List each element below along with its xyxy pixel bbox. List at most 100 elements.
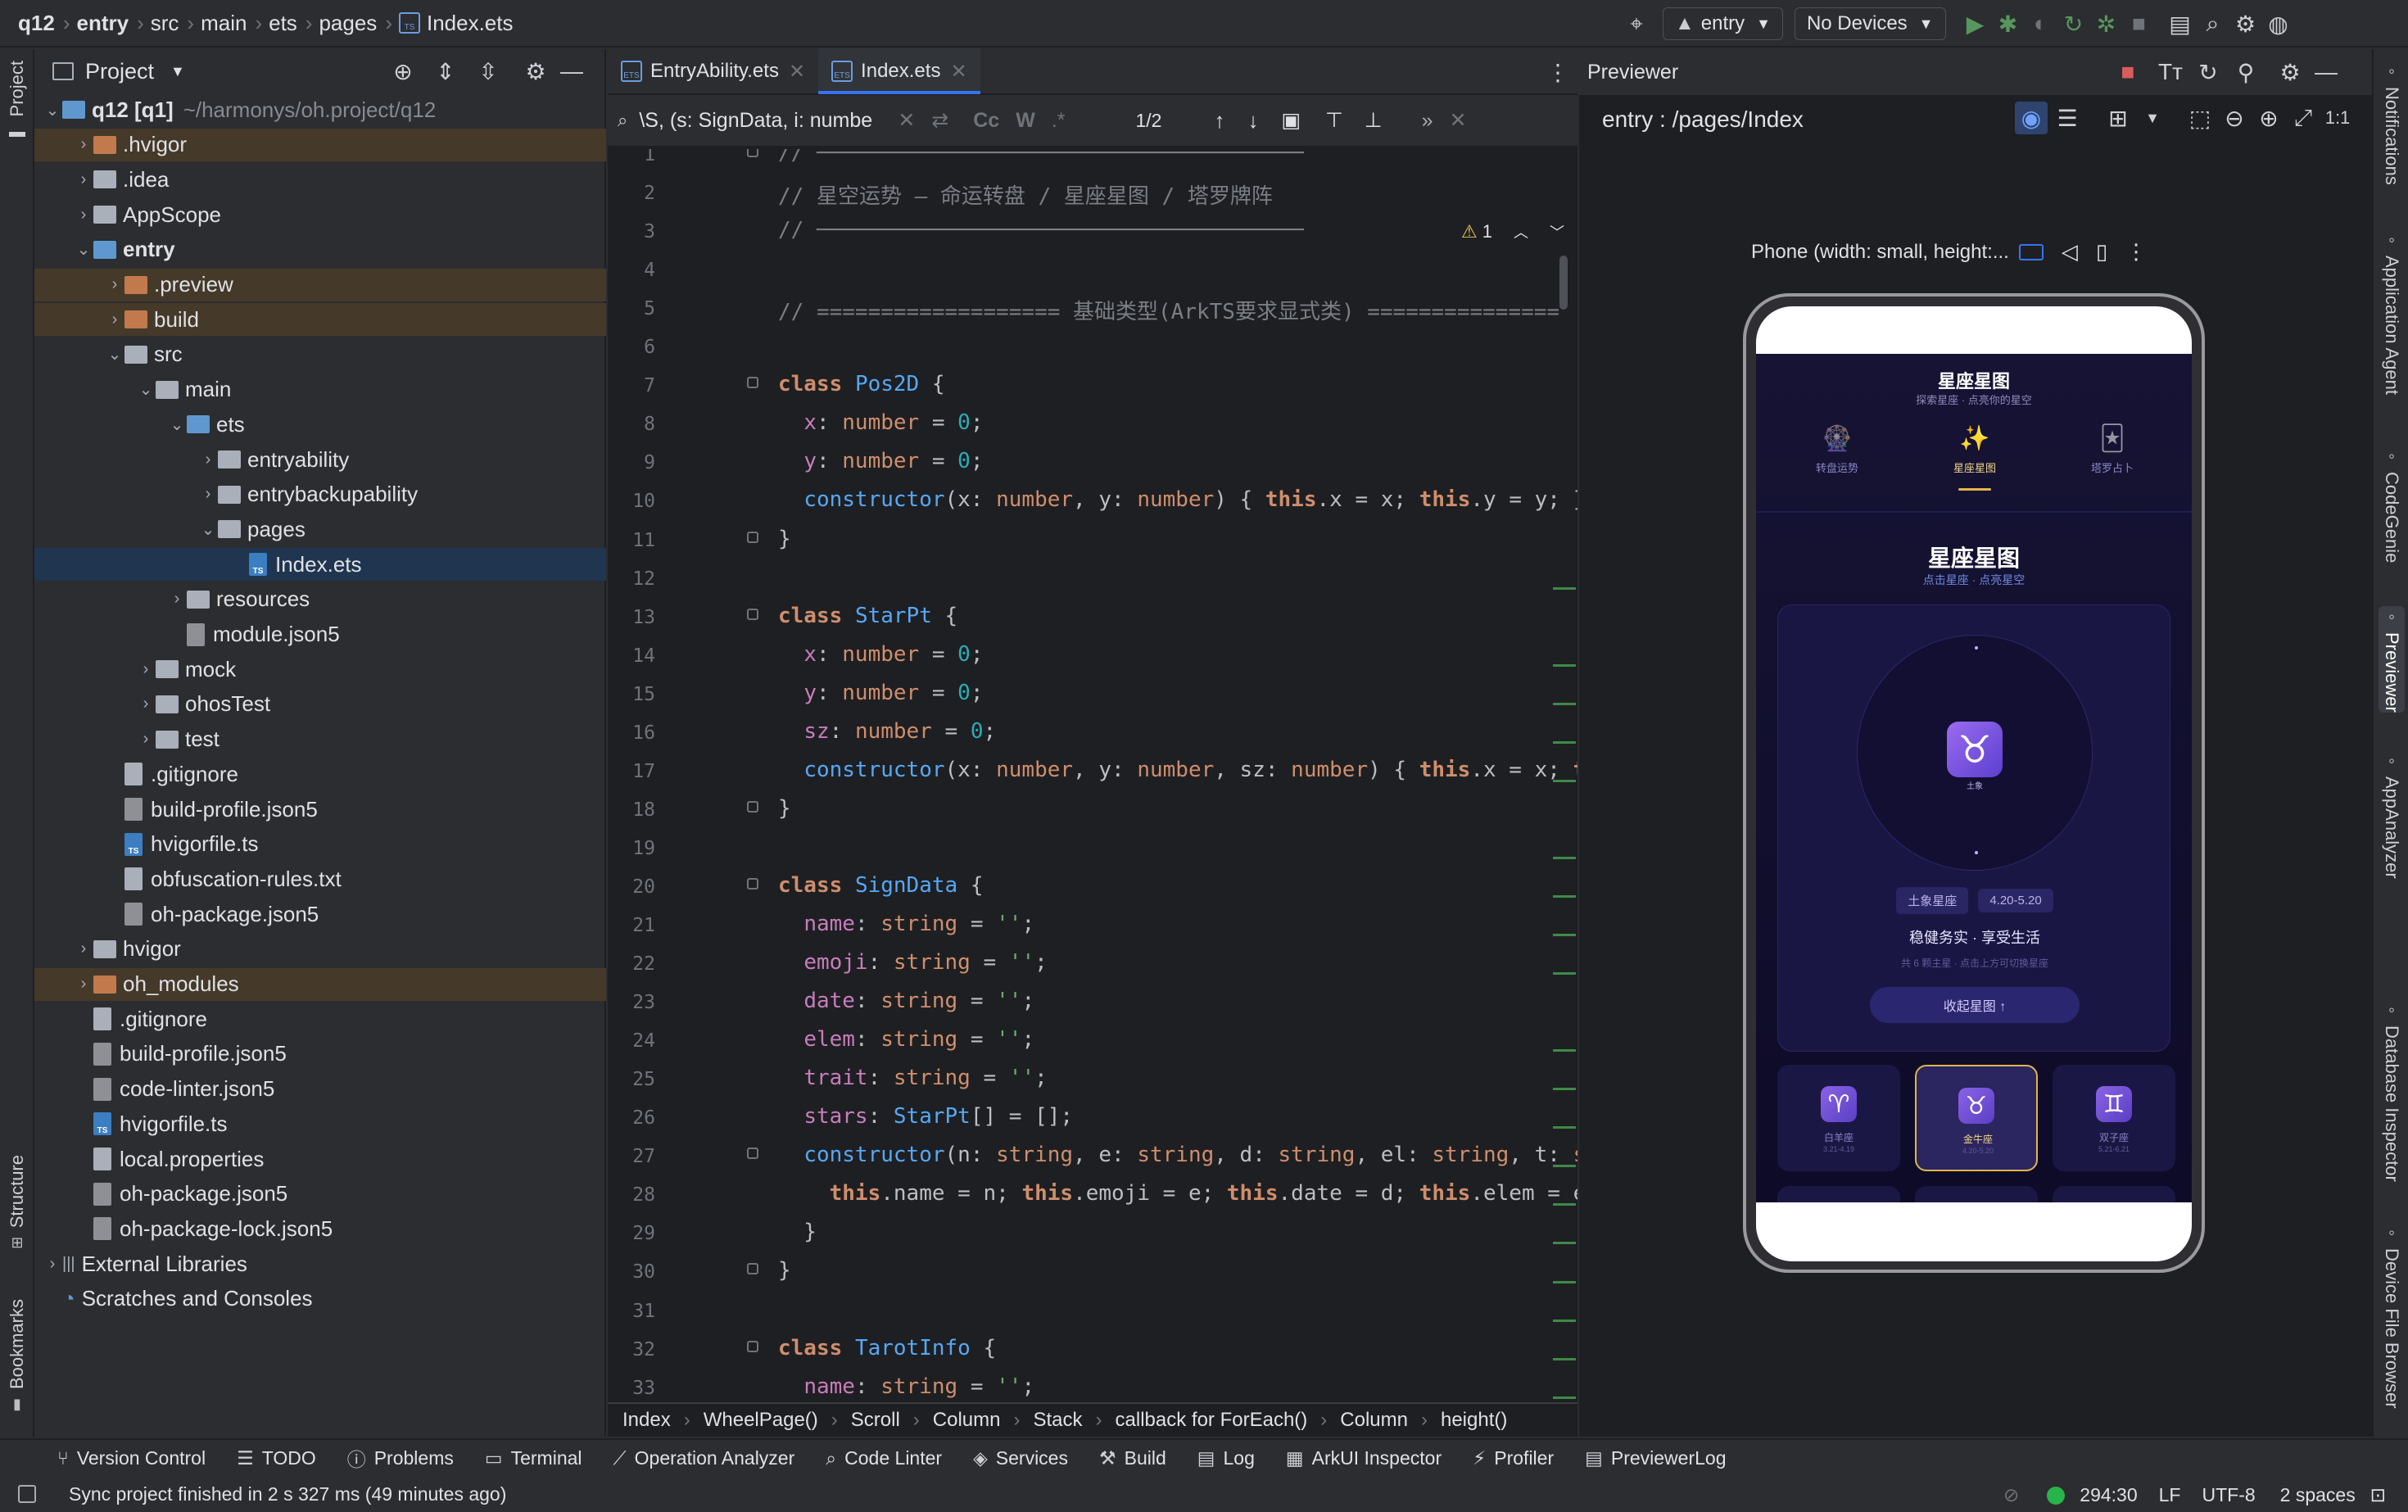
sign-card[interactable]: ♌ <box>1915 1186 2038 1202</box>
right-tool-codegenie[interactable]: ◦ CodeGenie <box>2379 446 2405 563</box>
chevron-icon[interactable]: ⌄ <box>167 414 187 435</box>
bottom-tool-4[interactable]: ⟋ Operation Analyzer <box>613 1447 795 1469</box>
code-crumb[interactable]: height() <box>1441 1409 1507 1432</box>
tree-item[interactable]: › mock <box>34 653 606 686</box>
select-all-icon[interactable]: ▣ <box>1281 108 1301 133</box>
device-selector-icon[interactable] <box>2018 243 2044 260</box>
font-size-icon[interactable]: Tт <box>2154 56 2187 88</box>
chevron-down-icon[interactable]: ▼ <box>170 63 185 80</box>
fold-marker-icon[interactable] <box>747 531 758 543</box>
project-structure-icon[interactable]: ▤ <box>2164 7 2197 40</box>
bookmarks-tool-button[interactable]: Bookmarks ▮ <box>5 1299 29 1430</box>
tree-item[interactable]: build-profile.json5 <box>34 793 606 826</box>
project-tool-button[interactable]: Project ▬ <box>5 61 29 167</box>
gear-icon[interactable]: ⚙ <box>2274 56 2306 88</box>
bottom-tool-3[interactable]: ▭ Terminal <box>485 1447 582 1469</box>
code-line[interactable]: // ─────────────────────────────────────… <box>778 149 1304 165</box>
tree-item[interactable]: TS Index.ets <box>34 548 606 582</box>
sign-card[interactable]: ♉ 金牛座 4.20-5.20 <box>1915 1065 2038 1171</box>
close-icon[interactable]: ✕ <box>950 60 966 84</box>
chevron-icon[interactable]: › <box>136 660 156 679</box>
add-occurrence-icon[interactable]: ⊤ <box>1325 108 1343 133</box>
tree-item[interactable]: › entrybackupability <box>34 478 606 511</box>
tree-item[interactable]: › .idea <box>34 163 606 196</box>
reload-icon[interactable]: ↻ <box>2057 7 2090 40</box>
replace-toggle-icon[interactable]: ⇄ <box>931 108 948 133</box>
bottom-tool-10[interactable]: ⚡ Profiler <box>1473 1447 1554 1469</box>
zoom-out-icon[interactable]: ⊖ <box>2218 102 2251 134</box>
fold-marker-icon[interactable] <box>747 800 758 813</box>
chevron-icon[interactable]: › <box>136 695 156 713</box>
crumb-entry[interactable]: entry <box>76 11 129 36</box>
tree-item[interactable]: oh-package.json5 <box>34 1178 606 1211</box>
tree-item[interactable]: oh-package.json5 <box>34 898 606 930</box>
code-line[interactable]: // ─────────────────────────────────────… <box>778 218 1304 242</box>
rotate-icon[interactable]: ◁ <box>2062 239 2078 265</box>
preview-route[interactable]: entry : /pages/Index <box>1602 106 1804 133</box>
right-tool-device-file-browser[interactable]: ◦ Device File Browser <box>2379 1222 2405 1409</box>
chevron-icon[interactable]: › <box>167 590 187 609</box>
tree-item[interactable]: ⌄ pages <box>34 513 606 545</box>
tree-item[interactable]: ⌄ main <box>34 373 606 406</box>
chevron-icon[interactable]: ⌄ <box>136 379 156 400</box>
right-tool-database-inspector[interactable]: ◦ Database Inspector <box>2379 999 2405 1182</box>
device-label[interactable]: Phone (width: small, height:... <box>1751 241 2009 264</box>
more-icon[interactable]: » <box>1422 109 1433 133</box>
tree-item[interactable]: › AppScope <box>34 198 606 231</box>
minimize-icon[interactable]: — <box>555 55 588 88</box>
bottom-tool-0[interactable]: ⑂ Version Control <box>57 1447 206 1469</box>
fold-marker-icon[interactable] <box>747 1148 758 1160</box>
sign-card[interactable]: ♈ 白羊座 3.21-4.19 <box>1777 1065 1900 1171</box>
account-icon[interactable]: ◍ <box>2262 7 2295 40</box>
tree-item[interactable]: module.json5 <box>34 618 606 651</box>
layers-icon[interactable]: ☰ <box>2051 102 2084 134</box>
tree-item[interactable]: › entryability <box>34 443 606 476</box>
code-line[interactable]: // 星空运势 — 命运转盘 / 星座星图 / 塔罗牌阵 <box>778 179 1273 210</box>
chevron-icon[interactable]: › <box>74 939 93 958</box>
collapse-chart-button[interactable]: 收起星图 ↑ <box>1870 987 2080 1023</box>
tree-item[interactable]: ⌄ q12 [q1] ~/harmonys/oh.project/q12 <box>34 93 606 126</box>
refresh-icon[interactable]: ↻ <box>2192 56 2225 88</box>
fold-marker-icon[interactable] <box>747 149 758 157</box>
close-icon[interactable]: ✕ <box>1450 108 1467 133</box>
clear-icon[interactable]: ✕ <box>898 108 915 133</box>
expand-icon[interactable]: ⤢ <box>2287 102 2320 134</box>
chevron-icon[interactable]: › <box>105 310 124 329</box>
inspection-widget[interactable]: ⚠ 1 ︿ ﹀ <box>1461 221 1564 242</box>
chevron-down-icon[interactable]: ﹀ <box>1550 221 1564 242</box>
structure-tool-button[interactable]: Structure ⊞ <box>5 1155 29 1319</box>
tree-item[interactable]: code-linter.json5 <box>34 1073 606 1106</box>
code-line[interactable]: class StarPt { <box>778 604 957 628</box>
crumb-src[interactable]: src <box>151 11 179 36</box>
debug-icon[interactable]: ✱ <box>1992 7 2025 40</box>
next-match-icon[interactable]: ↓ <box>1247 108 1258 134</box>
lock-icon[interactable]: ⊡ <box>2370 1484 2386 1506</box>
gear-icon[interactable]: ⚙ <box>519 55 552 88</box>
inspect-icon[interactable]: ◉ <box>2015 102 2048 134</box>
code-crumb[interactable]: WheelPage() <box>704 1409 818 1432</box>
code-line[interactable]: name: string = ''; <box>778 1374 1034 1399</box>
run-config-select[interactable]: ▲ entry ▼ <box>1663 7 1783 40</box>
actual-size-icon[interactable]: 1:1 <box>2321 102 2354 134</box>
chevron-icon[interactable]: › <box>43 1255 62 1274</box>
code-line[interactable]: } <box>778 796 791 821</box>
bottom-tool-6[interactable]: ◈ Services <box>973 1447 1068 1469</box>
fold-marker-icon[interactable] <box>747 1340 758 1352</box>
minimize-icon[interactable]: — <box>2310 56 2342 88</box>
tree-item[interactable]: ⌄ src <box>34 338 606 371</box>
project-view-title[interactable]: Project <box>85 59 154 84</box>
fold-marker-icon[interactable] <box>747 377 758 389</box>
bottom-tool-1[interactable]: ☰ TODO <box>237 1447 316 1469</box>
chevron-icon[interactable]: › <box>136 730 156 749</box>
zoom-in-icon[interactable]: ⊕ <box>2252 102 2285 134</box>
right-tool-notifications[interactable]: ◦ Notifications <box>2379 61 2405 185</box>
code-line[interactable]: emoji: string = ''; <box>778 950 1047 975</box>
fold-marker-icon[interactable] <box>747 877 758 890</box>
multi-device-icon[interactable]: ▯ <box>2096 239 2107 265</box>
app-tab[interactable]: 🎡 转盘运势 <box>1776 424 1899 490</box>
right-tool-previewer[interactable]: ◦ Previewer <box>2379 606 2405 713</box>
right-tool-appanalyzer[interactable]: ◦ AppAnalyzer <box>2379 750 2405 879</box>
regex-icon[interactable]: .* <box>1052 109 1066 133</box>
code-crumb[interactable]: Scroll <box>851 1409 900 1432</box>
tree-item[interactable]: ⌄ ets <box>34 408 606 441</box>
